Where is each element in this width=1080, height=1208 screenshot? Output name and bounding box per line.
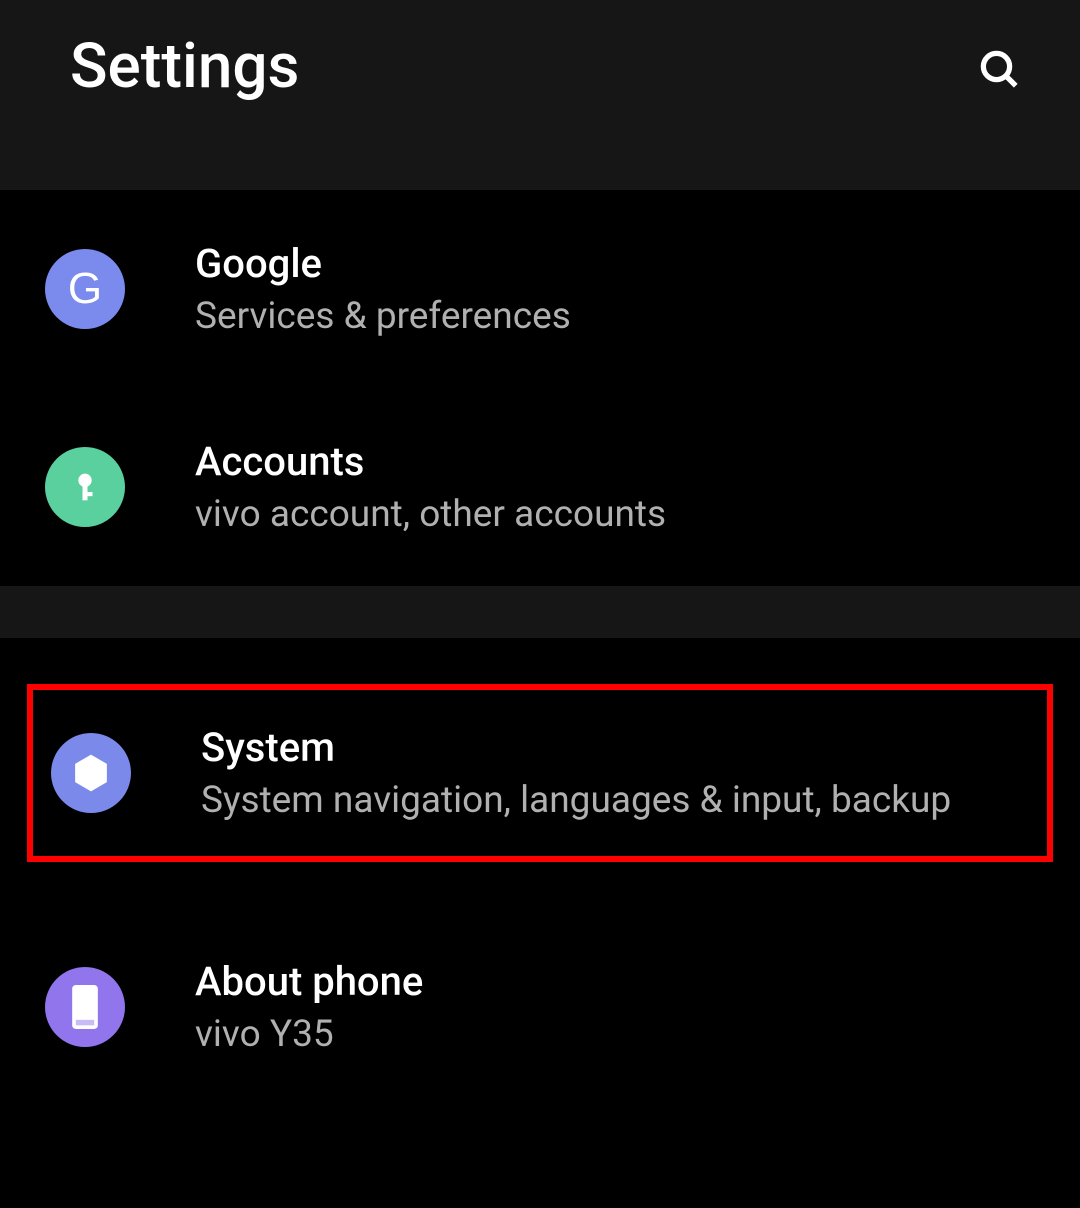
item-subtitle: vivo Y35 <box>195 1013 423 1056</box>
gear-icon <box>51 733 131 813</box>
item-text: About phone vivo Y35 <box>195 958 423 1056</box>
phone-icon <box>45 967 125 1047</box>
search-icon <box>979 49 1021 91</box>
google-icon: G <box>45 249 125 329</box>
item-title: Accounts <box>195 438 666 485</box>
item-text: Google Services & preferences <box>195 240 571 338</box>
settings-item-about-phone[interactable]: About phone vivo Y35 <box>0 908 1080 1106</box>
search-button[interactable] <box>970 40 1030 100</box>
item-text: System System navigation, languages & in… <box>201 724 951 822</box>
item-title: System <box>201 724 951 771</box>
item-subtitle: System navigation, languages & input, ba… <box>201 779 951 822</box>
item-title: Google <box>195 240 571 287</box>
settings-section-2: System System navigation, languages & in… <box>0 684 1080 1106</box>
settings-item-system[interactable]: System System navigation, languages & in… <box>27 684 1053 862</box>
settings-section-1: G Google Services & preferences Accounts… <box>0 190 1080 586</box>
page-title: Settings <box>70 30 299 103</box>
key-icon <box>45 447 125 527</box>
section-separator <box>0 586 1080 638</box>
item-text: Accounts vivo account, other accounts <box>195 438 666 536</box>
item-subtitle: Services & preferences <box>195 295 571 338</box>
item-subtitle: vivo account, other accounts <box>195 493 666 536</box>
settings-item-google[interactable]: G Google Services & preferences <box>0 190 1080 388</box>
item-title: About phone <box>195 958 423 1005</box>
settings-header: Settings <box>0 0 1080 190</box>
settings-item-accounts[interactable]: Accounts vivo account, other accounts <box>0 388 1080 586</box>
